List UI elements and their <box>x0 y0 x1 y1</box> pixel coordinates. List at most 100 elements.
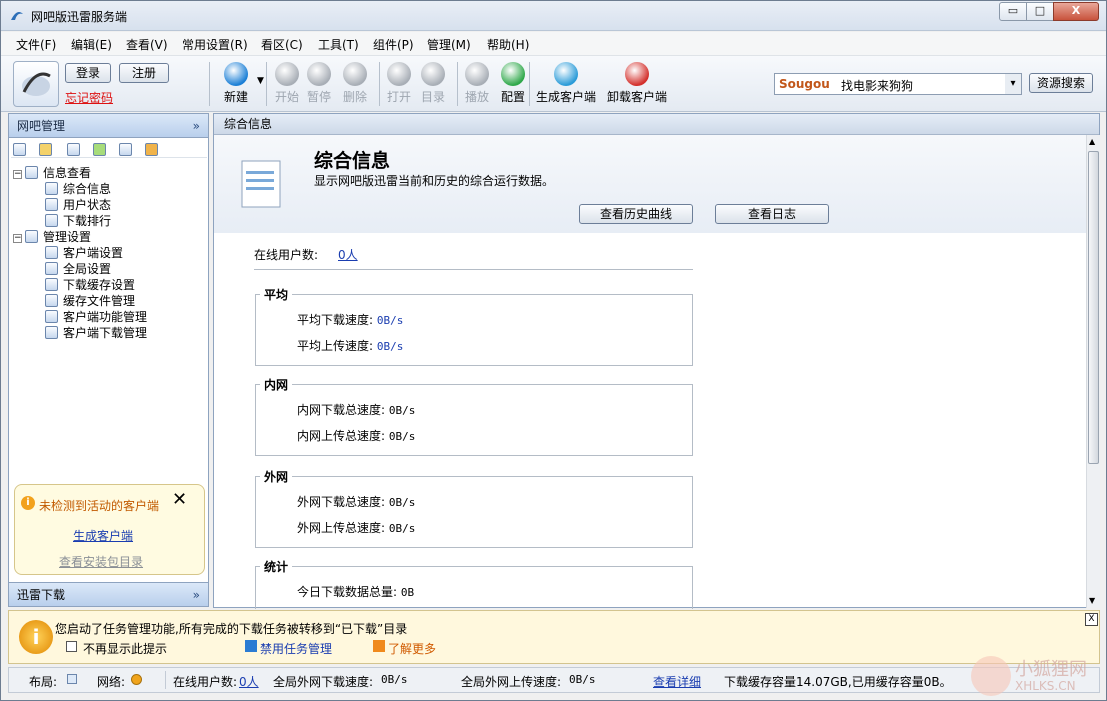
panel-header[interactable]: 网吧管理 » <box>9 114 208 138</box>
tab-overview[interactable]: 综合信息 <box>214 114 1099 135</box>
add-icon[interactable] <box>93 143 106 156</box>
metric-value: 0B <box>400 586 415 599</box>
menu-bar: 文件(F) 编辑(E) 查看(V) 常用设置(R) 看区(C) 工具(T) 组件(P) 管理(… <box>1 32 1106 56</box>
tree-node-icon <box>25 166 38 179</box>
tree-item-2[interactable]: 用户状态 <box>45 196 111 213</box>
tree-node-icon <box>45 198 58 211</box>
layout-icon[interactable] <box>67 674 77 684</box>
filter-icon[interactable] <box>39 143 52 156</box>
tree-item-0[interactable]: − 信息查看 <box>13 164 91 181</box>
tab-label: 综合信息 <box>224 117 273 131</box>
section-title: 迅雷下载 <box>17 588 66 602</box>
search-box[interactable]: Sougou 找电影来狗狗 ▾ <box>774 73 1022 95</box>
menu-item-4[interactable]: 看区(C) <box>261 36 303 53</box>
expand-icon[interactable]: » <box>193 583 200 607</box>
details-link[interactable]: 查看详细 <box>653 673 701 690</box>
tree-node-icon <box>45 294 58 307</box>
chevron-down-icon[interactable]: ▾ <box>1005 74 1021 94</box>
toolbar-label: 开始 <box>274 90 299 104</box>
dont-show-checkbox[interactable] <box>66 641 77 652</box>
view-history-button[interactable]: 查看历史曲线 <box>579 204 693 224</box>
menu-item-8[interactable]: 帮助(H) <box>487 36 529 53</box>
tree-label: 用户状态 <box>63 198 112 212</box>
metric-label: 平均下载速度: <box>297 313 374 327</box>
tree-item-3[interactable]: 下载排行 <box>45 212 111 229</box>
maximize-button[interactable]: □ <box>1026 2 1054 21</box>
separator <box>165 671 166 689</box>
menu-item-0[interactable]: 文件(F) <box>16 36 56 53</box>
menu-item-3[interactable]: 常用设置(R) <box>182 36 248 53</box>
uninstall-client-icon <box>625 62 649 86</box>
toolbar-config-button[interactable]: 配置 <box>495 59 531 109</box>
menu-item-2[interactable]: 查看(V) <box>126 36 168 53</box>
scroll-down-icon[interactable]: ▼ <box>1089 596 1095 605</box>
toolbar-generate-client-button[interactable]: 生成客户端 <box>534 59 598 109</box>
collapse-toggle-icon[interactable]: − <box>13 170 22 179</box>
doc-icon[interactable] <box>67 143 80 156</box>
online-users-label: 在线用户数: <box>254 248 319 262</box>
toolbar-uninstall-client-button[interactable]: 卸载客户端 <box>605 59 669 109</box>
play-icon <box>387 62 411 86</box>
metric-row: 平均上传速度: 0B/s <box>297 337 403 354</box>
arrow-icon <box>245 640 257 652</box>
tree-item-6[interactable]: 全局设置 <box>45 260 111 277</box>
new-dropdown-icon[interactable]: ▼ <box>257 76 264 86</box>
collapse-icon[interactable]: » <box>193 114 200 138</box>
login-button[interactable]: 登录 <box>65 63 111 83</box>
generate-client-link[interactable]: 生成客户端 <box>73 527 133 544</box>
close-icon[interactable]: ✕ <box>172 489 187 510</box>
close-notification-button[interactable]: X <box>1085 613 1098 626</box>
copy-icon[interactable] <box>119 143 132 156</box>
learn-more-link[interactable]: 了解更多 <box>388 640 436 657</box>
menu-item-5[interactable]: 工具(T) <box>318 36 359 53</box>
metric-value: 0B/s <box>376 314 404 327</box>
metric-value: 0B/s <box>388 404 416 417</box>
vertical-scrollbar[interactable]: ▲ ▼ <box>1086 135 1100 608</box>
tree-item-5[interactable]: 客户端设置 <box>45 244 123 261</box>
menu-item-7[interactable]: 管理(M) <box>427 36 471 53</box>
separator <box>209 62 210 106</box>
tree-item-10[interactable]: 客户端下载管理 <box>45 324 147 341</box>
install-dir-link[interactable]: 查看安装包目录 <box>59 553 143 570</box>
register-button[interactable]: 注册 <box>119 63 169 83</box>
toolbar-new-button[interactable]: 新建 <box>218 59 254 109</box>
toolbar-label: 生成客户端 <box>535 90 596 104</box>
metric-value: 0B/s <box>388 430 416 443</box>
menu-item-1[interactable]: 编辑(E) <box>71 36 112 53</box>
online-users-value[interactable]: 0人 <box>338 246 358 263</box>
tree-item-8[interactable]: 缓存文件管理 <box>45 292 135 309</box>
close-button[interactable]: X <box>1053 2 1099 21</box>
title-bar[interactable]: 网吧版迅雷服务端 ▭ □ X <box>1 1 1106 31</box>
toolbar-label: 卸载客户端 <box>606 90 667 104</box>
info-icon: i <box>19 620 53 654</box>
scroll-thumb[interactable] <box>1088 151 1099 464</box>
metric-label: 今日下载数据总量: <box>297 585 398 599</box>
disable-task-link[interactable]: 禁用任务管理 <box>260 640 332 657</box>
help-icon[interactable] <box>145 143 158 156</box>
tree-node-icon <box>25 230 38 243</box>
resource-search-button[interactable]: 资源搜索 <box>1029 73 1093 93</box>
thunder-download-section[interactable]: 迅雷下载 » <box>9 582 208 606</box>
online-value[interactable]: 0人 <box>239 673 259 690</box>
view-log-button[interactable]: 查看日志 <box>715 204 829 224</box>
header-banner: 综合信息 显示网吧版迅雷当前和历史的综合运行数据。 查看历史曲线 查看日志 <box>214 135 1086 233</box>
toolbar-label: 新建 <box>223 90 248 104</box>
tree-item-4[interactable]: − 管理设置 <box>13 228 91 245</box>
scroll-up-icon[interactable]: ▲ <box>1089 137 1095 146</box>
search-input[interactable]: 找电影来狗狗 <box>841 77 913 94</box>
menu-item-6[interactable]: 组件(P) <box>373 36 414 53</box>
new-icon <box>224 62 248 86</box>
cache-status: 下载缓存容量14.07GB,已用缓存容量0B。 <box>724 675 952 689</box>
forgot-password-link[interactable]: 忘记密码 <box>65 89 113 106</box>
app-window: 网吧版迅雷服务端 ▭ □ X 文件(F) 编辑(E) 查看(V) 常用设置(R) 看区(… <box>0 0 1107 701</box>
tree-item-7[interactable]: 下载缓存设置 <box>45 276 135 293</box>
metric-value: 0B/s <box>388 522 416 535</box>
tree-node-icon <box>45 214 58 227</box>
minimize-button[interactable]: ▭ <box>999 2 1027 21</box>
chart-view-icon[interactable] <box>13 143 26 156</box>
tree-item-1[interactable]: 综合信息 <box>45 180 111 197</box>
toolbar-label: 播放 <box>464 90 489 104</box>
collapse-toggle-icon[interactable]: − <box>13 234 22 243</box>
separator <box>529 62 530 106</box>
tree-item-9[interactable]: 客户端功能管理 <box>45 308 147 325</box>
